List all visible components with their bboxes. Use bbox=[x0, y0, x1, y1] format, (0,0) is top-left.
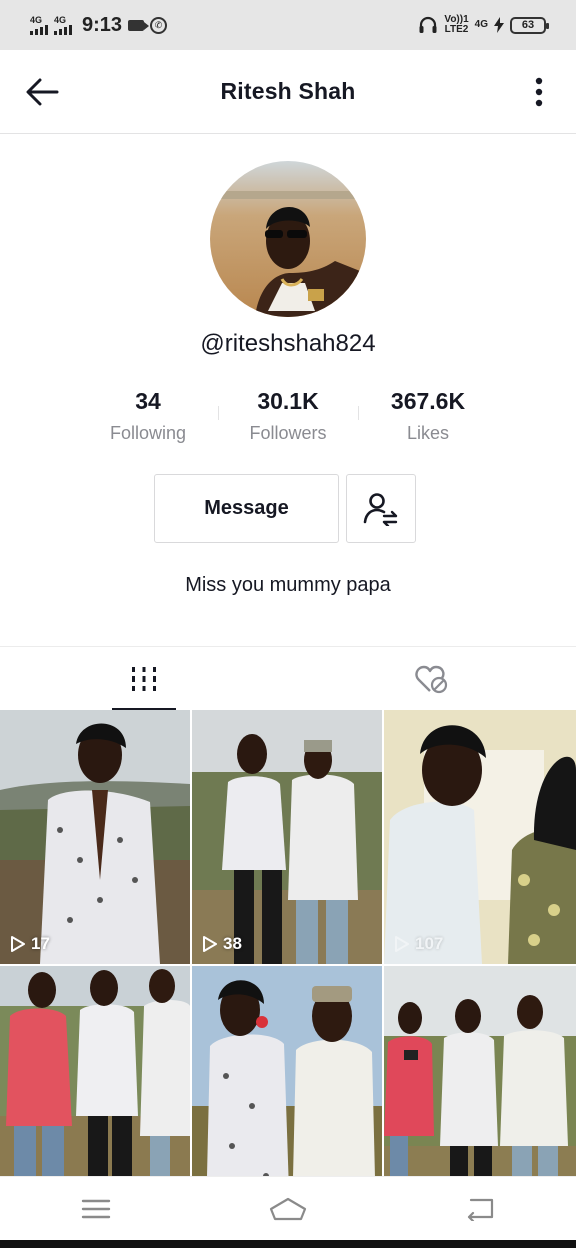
page-title: Ritesh Shah bbox=[220, 78, 356, 104]
return-arrow-icon bbox=[467, 1198, 494, 1221]
video-thumbnail[interactable] bbox=[192, 966, 382, 1176]
status-bar: 4G 4G 9:13 ✆ Vo))1 LTE2 4G 63 bbox=[0, 0, 576, 50]
signal-bars-icon bbox=[54, 24, 72, 35]
battery-level: 63 bbox=[521, 19, 535, 31]
message-button[interactable]: Message bbox=[154, 474, 339, 543]
profile-tabs bbox=[0, 646, 576, 711]
more-options-button[interactable] bbox=[524, 72, 554, 112]
view-count: 17 bbox=[11, 934, 50, 954]
stat-label: Following bbox=[109, 423, 187, 443]
profile-stats: 34 Following 30.1K Followers 367.6K Like… bbox=[78, 386, 498, 450]
clock: 9:13 bbox=[82, 13, 123, 36]
menu-lines-icon bbox=[81, 1199, 111, 1218]
view-count-text: 107 bbox=[415, 934, 444, 953]
headphones-icon bbox=[419, 16, 437, 33]
video-thumbnail[interactable]: 38 bbox=[192, 710, 382, 964]
hidden-heart-icon bbox=[415, 665, 448, 694]
more-vertical-icon bbox=[535, 77, 543, 107]
tab-liked[interactable] bbox=[288, 647, 576, 711]
grid-bars-icon bbox=[132, 667, 156, 691]
video-thumbnail[interactable] bbox=[0, 966, 190, 1176]
video-camera-icon bbox=[128, 19, 150, 31]
video-thumbnail[interactable]: 107 bbox=[384, 710, 576, 964]
avatar[interactable] bbox=[210, 161, 366, 317]
video-thumbnail[interactable] bbox=[384, 966, 576, 1176]
view-count: 107 bbox=[395, 934, 443, 954]
stat-label: Followers bbox=[249, 423, 327, 443]
network-type-3: 4G bbox=[474, 19, 488, 30]
battery-icon: 63 bbox=[510, 16, 549, 34]
stat-likes[interactable]: 367.6K Likes bbox=[358, 386, 498, 450]
video-grid: 17 38 107 bbox=[0, 710, 576, 1176]
stat-following[interactable]: 34 Following bbox=[78, 386, 218, 450]
bottom-edge bbox=[0, 1240, 576, 1248]
signal-1: 4G bbox=[30, 14, 48, 35]
system-back-button[interactable] bbox=[440, 1184, 520, 1234]
video-preview-image bbox=[384, 710, 576, 964]
follow-toggle-button[interactable] bbox=[346, 474, 416, 543]
play-icon bbox=[203, 936, 217, 952]
profile-bio: Miss you mummy papa bbox=[185, 574, 391, 596]
view-count-text: 38 bbox=[223, 934, 242, 953]
stat-value: 367.6K bbox=[390, 388, 466, 414]
signal-bars-icon bbox=[30, 24, 48, 35]
profile-header: Ritesh Shah bbox=[0, 50, 576, 134]
status-left: 4G 4G 9:13 ✆ bbox=[30, 13, 168, 37]
play-icon bbox=[11, 936, 25, 952]
video-preview-image bbox=[384, 966, 576, 1176]
video-preview-image bbox=[192, 710, 382, 964]
avatar-photo bbox=[210, 161, 366, 317]
charging-bolt-icon bbox=[494, 17, 504, 33]
home-icon bbox=[269, 1197, 307, 1220]
user-follow-switch-icon bbox=[363, 492, 398, 526]
username: @riteshshah824 bbox=[200, 330, 376, 357]
stat-label: Likes bbox=[406, 423, 450, 443]
network-type-2: 4G bbox=[54, 14, 67, 25]
whatsapp-icon: ✆ bbox=[150, 16, 168, 34]
tab-videos[interactable] bbox=[0, 647, 288, 711]
home-button[interactable] bbox=[248, 1184, 328, 1234]
volte-indicator: Vo))1 LTE2 bbox=[444, 14, 469, 35]
view-count: 38 bbox=[203, 934, 242, 954]
status-right: Vo))1 LTE2 4G 63 bbox=[418, 14, 549, 35]
network-type-1: 4G bbox=[30, 14, 43, 25]
system-navigation-bar bbox=[0, 1176, 576, 1240]
back-button[interactable] bbox=[22, 74, 62, 110]
play-icon bbox=[395, 936, 409, 952]
view-count-text: 17 bbox=[31, 934, 50, 953]
back-arrow-icon bbox=[26, 78, 59, 106]
signal-2: 4G bbox=[54, 14, 72, 35]
stat-value: 30.1K bbox=[257, 388, 319, 414]
stat-followers[interactable]: 30.1K Followers bbox=[218, 386, 358, 450]
stat-value: 34 bbox=[135, 388, 161, 414]
video-preview-image bbox=[0, 710, 190, 964]
video-preview-image bbox=[0, 966, 190, 1176]
video-preview-image bbox=[192, 966, 382, 1176]
video-thumbnail[interactable]: 17 bbox=[0, 710, 190, 964]
recent-apps-button[interactable] bbox=[56, 1184, 136, 1234]
